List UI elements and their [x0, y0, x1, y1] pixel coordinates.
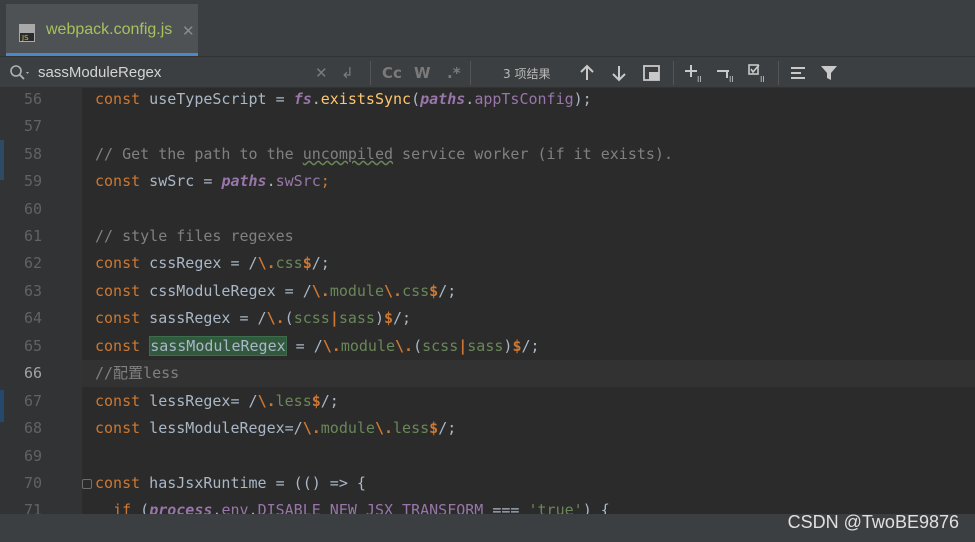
line-number: 61	[23, 227, 42, 245]
code-text: const useTypeScript = fs.existsSync(path…	[95, 90, 592, 108]
line-number: 58	[23, 145, 42, 163]
filter-search-results-icon[interactable]	[788, 62, 810, 84]
line-number: 69	[23, 447, 42, 465]
current-code-line: //配置less	[82, 360, 975, 387]
code-line: const sassModuleRegex = /\.module\.(scss…	[82, 333, 975, 360]
regex-toggle[interactable]: .*	[447, 63, 461, 83]
filter-icon[interactable]	[818, 62, 840, 84]
watermark: CSDN @TwoBE9876	[787, 512, 959, 532]
divider	[470, 61, 471, 85]
code-text: const sassRegex = /\.(scss|sass)$/;	[95, 309, 412, 327]
add-occurrence-icon[interactable]: II	[683, 62, 705, 84]
line-number-current: 66	[23, 364, 42, 382]
code-comment: // Get the path to the uncompiled servic…	[95, 145, 673, 163]
code-text: const sassModuleRegex = /\.module\.(scss…	[95, 336, 540, 356]
match-count: 3 项结果	[503, 67, 551, 81]
code-text: const cssRegex = /\.css$/;	[95, 254, 330, 272]
next-occurrence-icon[interactable]	[608, 62, 630, 84]
divider	[370, 61, 371, 85]
previous-occurrence-icon[interactable]	[576, 62, 598, 84]
code-line: const hasJsxRuntime = (() => {	[82, 470, 975, 497]
code-text: const cssModuleRegex = /\.module\.css$/;	[95, 282, 457, 300]
line-number: 63	[23, 282, 42, 300]
whole-words-toggle[interactable]: W	[414, 63, 431, 83]
match-case-toggle[interactable]: Cc	[382, 63, 402, 83]
code-text: if (process.env.DISABLE_NEW_JSX_TRANSFOR…	[113, 501, 610, 514]
line-number: 59	[23, 172, 42, 190]
tab-webpack-config[interactable]: JS webpack.config.js ✕	[6, 4, 198, 56]
line-number: 70	[23, 474, 42, 492]
js-file-icon: JS	[19, 24, 35, 42]
fold-marker-icon[interactable]	[82, 479, 92, 489]
code-line: const sassRegex = /\.(scss|sass)$/;	[82, 305, 975, 332]
line-number: 62	[23, 254, 42, 272]
code-comment: //配置less	[95, 364, 180, 382]
code-text: const hasJsxRuntime = (() => {	[95, 474, 366, 492]
editor-tab-bar: JS webpack.config.js ✕	[0, 0, 975, 56]
line-number: 57	[23, 117, 42, 135]
show-results-window-icon[interactable]	[641, 62, 663, 84]
divider	[673, 61, 674, 85]
line-number: 68	[23, 419, 42, 437]
code-line: const lessRegex= /\.less$/;	[82, 388, 975, 415]
line-number: 65	[23, 337, 42, 355]
line-number: 67	[23, 392, 42, 410]
search-match-highlight: sassModuleRegex	[149, 336, 287, 356]
search-input[interactable]	[38, 61, 308, 83]
find-bar: ✕ ↲ Cc W .* 3 项结果 II II II	[0, 56, 975, 88]
line-number: 64	[23, 309, 42, 327]
code-line: const lessModuleRegex=/\.module\.less$/;	[82, 415, 975, 442]
code-line: const useTypeScript = fs.existsSync(path…	[82, 88, 975, 113]
code-text: const lessModuleRegex=/\.module\.less$/;	[95, 419, 457, 437]
svg-text:II: II	[760, 75, 765, 84]
select-all-occurrences-icon[interactable]: II	[747, 62, 769, 84]
code-line: // style files regexes	[82, 223, 975, 250]
code-line: const cssModuleRegex = /\.module\.css$/;	[82, 278, 975, 305]
search-history-icon[interactable]	[8, 63, 32, 83]
code-editor[interactable]: const useTypeScript = fs.existsSync(path…	[82, 88, 975, 514]
code-text: const swSrc = paths.swSrc;	[95, 172, 330, 190]
line-number: 56	[23, 90, 42, 108]
code-comment: // style files regexes	[95, 227, 294, 245]
divider	[778, 61, 779, 85]
code-line: const swSrc = paths.swSrc;	[82, 168, 975, 195]
code-line: // Get the path to the uncompiled servic…	[82, 141, 975, 168]
js-badge: JS	[21, 34, 29, 42]
new-line-icon[interactable]: ↲	[341, 63, 354, 83]
close-tab-icon[interactable]: ✕	[182, 22, 195, 40]
remove-occurrence-icon[interactable]: II	[715, 62, 737, 84]
svg-text:II: II	[729, 75, 734, 84]
code-line: const cssRegex = /\.css$/;	[82, 250, 975, 277]
line-number: 60	[23, 200, 42, 218]
clear-search-icon[interactable]: ✕	[315, 63, 328, 83]
spelling-typo: uncompiled	[302, 145, 394, 163]
code-text: const lessRegex= /\.less$/;	[95, 392, 339, 410]
svg-text:II: II	[697, 75, 702, 84]
tab-label: webpack.config.js	[46, 21, 173, 38]
